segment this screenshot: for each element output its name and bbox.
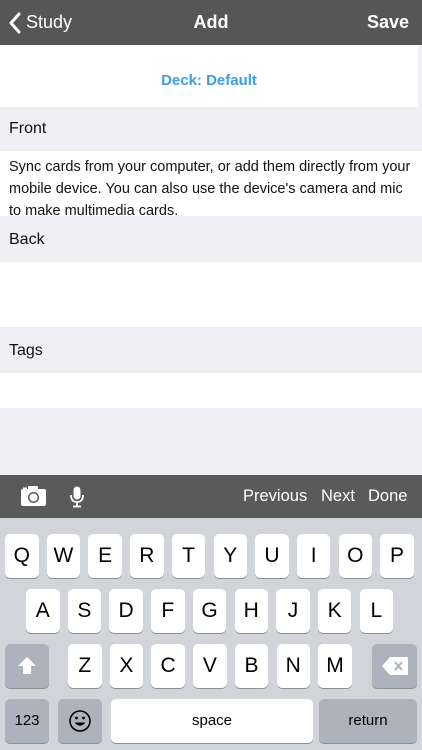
key-i[interactable]: I: [296, 534, 331, 578]
key-n[interactable]: N: [276, 644, 310, 688]
key-f[interactable]: F: [151, 589, 185, 633]
emoji-icon: [69, 710, 91, 732]
key-l[interactable]: L: [359, 589, 394, 633]
save-button[interactable]: Save: [367, 0, 409, 45]
key-p[interactable]: P: [380, 534, 414, 578]
key-t[interactable]: T: [171, 534, 206, 578]
key-s[interactable]: S: [67, 589, 102, 633]
key-d[interactable]: D: [109, 589, 143, 633]
key-c[interactable]: C: [151, 644, 185, 688]
front-field-label: Front: [9, 120, 47, 137]
key-u[interactable]: U: [255, 534, 289, 578]
tags-field-label: Tags: [9, 342, 43, 359]
key-g[interactable]: G: [192, 589, 227, 633]
card-editor: Deck: Default Front Sync cards from your…: [0, 45, 422, 475]
key-b[interactable]: B: [234, 644, 269, 688]
key-v[interactable]: V: [193, 644, 227, 688]
camera-icon: [21, 486, 46, 506]
keyboard: 123 space return QWERTYUIOP ASDFGHJKL ZXCV…: [0, 518, 422, 750]
keyboard-accessory-bar: Previous Next Done: [0, 475, 422, 518]
back-field[interactable]: [0, 262, 422, 327]
key-a[interactable]: A: [26, 589, 60, 633]
key-j[interactable]: J: [276, 589, 310, 633]
key-q[interactable]: Q: [5, 534, 39, 578]
key-m[interactable]: M: [318, 644, 352, 688]
shift-key[interactable]: [5, 644, 49, 688]
backspace-key[interactable]: [372, 644, 417, 688]
camera-button[interactable]: [20, 485, 47, 512]
back-field-label: Back: [9, 231, 45, 248]
nav-bar: Study Add Save: [0, 0, 422, 45]
space-key[interactable]: space: [111, 699, 313, 743]
key-w[interactable]: W: [46, 534, 81, 578]
microphone-icon: [70, 486, 84, 508]
return-key[interactable]: return: [319, 699, 417, 743]
key-r[interactable]: R: [130, 534, 164, 578]
backspace-icon: [381, 657, 408, 675]
emoji-key[interactable]: [58, 699, 102, 743]
next-button[interactable]: Next: [321, 475, 355, 518]
key-y[interactable]: Y: [213, 534, 247, 578]
numbers-key[interactable]: 123: [5, 699, 49, 743]
shift-arrow-icon: [18, 657, 36, 674]
deck-row-edge: [418, 45, 422, 107]
key-z[interactable]: Z: [68, 644, 102, 688]
key-k[interactable]: K: [317, 589, 352, 633]
tags-field[interactable]: [0, 373, 422, 408]
key-h[interactable]: H: [234, 589, 268, 633]
front-field[interactable]: Sync cards from your computer, or add th…: [0, 151, 422, 219]
front-field-text: Sync cards from your computer, or add th…: [9, 159, 411, 219]
key-x[interactable]: X: [109, 644, 144, 688]
microphone-button[interactable]: [69, 486, 85, 513]
previous-button[interactable]: Previous: [243, 475, 307, 518]
key-e[interactable]: E: [88, 534, 122, 578]
page-title: Add: [193, 12, 229, 32]
deck-selector[interactable]: Deck: Default: [0, 45, 418, 107]
done-button[interactable]: Done: [368, 475, 407, 518]
key-o[interactable]: O: [338, 534, 373, 578]
